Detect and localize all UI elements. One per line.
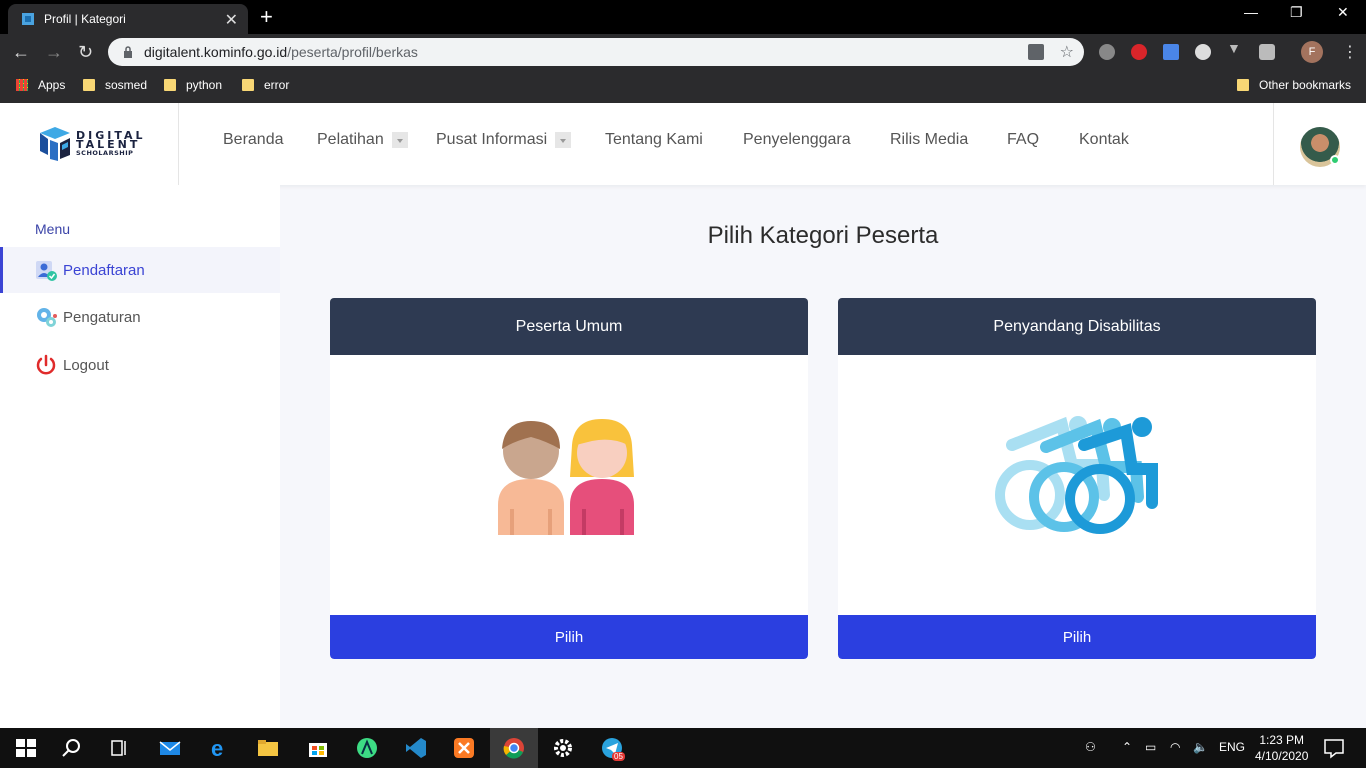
nav-kontak[interactable]: Kontak — [1079, 131, 1129, 149]
wifi-icon[interactable]: ◠ — [1170, 740, 1180, 754]
windows-start-icon[interactable] — [14, 736, 38, 760]
sidebar-item-pengaturan[interactable]: Pengaturan — [0, 294, 280, 340]
folder-icon — [83, 79, 95, 91]
nav-faq[interactable]: FAQ — [1007, 131, 1039, 149]
chevron-down-icon — [555, 132, 572, 148]
search-icon[interactable] — [60, 736, 84, 760]
camera-icon[interactable] — [1259, 44, 1275, 60]
nav-pelatihan[interactable]: Pelatihan — [317, 131, 408, 149]
edge-icon[interactable]: e — [208, 736, 232, 760]
people-icon[interactable]: ⚇ — [1085, 740, 1096, 754]
pilih-umum-button[interactable]: Pilih — [330, 615, 808, 659]
address-bar[interactable]: digitalent.kominfo.go.id/peserta/profil/… — [108, 38, 1084, 66]
sidebar: Menu Pendaftaran Pengaturan Logout — [0, 185, 280, 728]
power-icon — [36, 354, 56, 375]
new-tab-button[interactable]: + — [260, 4, 273, 30]
close-tab-icon[interactable]: ✕ — [225, 10, 238, 30]
settings-gear-icon[interactable] — [551, 736, 575, 760]
language-indicator[interactable]: ENG — [1219, 740, 1245, 754]
reload-icon[interactable]: ↻ — [78, 42, 93, 63]
vivaldi-icon[interactable]: ▼ — [1227, 40, 1243, 56]
android-studio-icon[interactable] — [355, 736, 379, 760]
file-explorer-icon[interactable] — [256, 736, 280, 760]
chrome-icon[interactable] — [502, 736, 526, 760]
chevron-up-icon[interactable]: ⌃ — [1122, 740, 1132, 754]
mail-icon[interactable] — [158, 736, 182, 760]
site-favicon-icon — [22, 13, 34, 25]
logo-text: DIGITAL TALENT SCHOLARSHIP — [76, 129, 146, 157]
minimize-icon[interactable]: — — [1244, 4, 1258, 20]
chevron-down-icon — [391, 132, 408, 148]
nav-penyelenggara[interactable]: Penyelenggara — [743, 131, 851, 149]
sidebar-title: Menu — [35, 221, 71, 237]
extension-icon[interactable] — [1099, 44, 1115, 60]
pilih-disabilitas-button[interactable]: Pilih — [838, 615, 1316, 659]
xampp-icon[interactable] — [452, 736, 476, 760]
online-status-icon — [1330, 155, 1340, 165]
bookmark-sosmed[interactable]: sosmed — [83, 78, 147, 92]
apps-grid-icon — [16, 79, 28, 91]
task-view-icon[interactable] — [108, 736, 132, 760]
card-body — [330, 355, 808, 615]
store-icon[interactable] — [306, 736, 330, 760]
windows-taskbar: e 05 ⚇ ⌃ ▭ ◠ 🔈 ENG 1:23 PM 4/10/2020 — [0, 728, 1366, 768]
adblock-icon[interactable] — [1131, 44, 1147, 60]
sidebar-item-logout[interactable]: Logout — [0, 342, 280, 388]
window-close-icon[interactable]: ✕ — [1337, 4, 1349, 21]
user-check-icon — [36, 261, 57, 281]
volume-icon[interactable]: 🔈 — [1193, 740, 1208, 754]
svg-text:e: e — [211, 736, 223, 760]
gears-icon — [37, 308, 57, 327]
profile-avatar[interactable]: F — [1301, 41, 1323, 63]
forward-icon[interactable]: → — [45, 42, 63, 63]
folder-icon — [1237, 79, 1249, 91]
card-title: Penyandang Disabilitas — [838, 298, 1316, 355]
browser-tab-bar: Profil | Kategori ✕ + — ❐ ✕ — [0, 0, 1366, 34]
logo[interactable]: DIGITAL TALENT SCHOLARSHIP — [0, 103, 179, 185]
back-icon[interactable]: ← — [12, 42, 30, 63]
vscode-icon[interactable] — [404, 736, 428, 760]
url-domain: digitalent.kominfo.go.id — [144, 44, 288, 60]
user-menu[interactable] — [1273, 103, 1366, 185]
url-path: /peserta/profil/berkas — [287, 44, 418, 60]
other-bookmarks[interactable]: Other bookmarks — [1237, 78, 1351, 92]
cloud-extension-icon[interactable] — [1195, 44, 1211, 60]
chrome-menu-icon[interactable]: ⋮ — [1342, 42, 1358, 62]
bookmark-apps[interactable]: Apps — [16, 78, 65, 92]
digital-talent-logo-icon — [40, 127, 70, 161]
card-peserta-umum: Peserta Umum Pilih — [330, 298, 808, 659]
clock[interactable]: 1:23 PM 4/10/2020 — [1255, 732, 1308, 764]
folder-icon — [164, 79, 176, 91]
lock-icon — [124, 46, 132, 58]
google-translate-icon[interactable] — [1163, 44, 1179, 60]
translate-icon[interactable] — [1028, 44, 1044, 60]
battery-icon[interactable]: ▭ — [1145, 740, 1156, 754]
bookmarks-bar: Apps sosmed python error Other bookmarks — [0, 70, 1366, 103]
card-penyandang-disabilitas: Penyandang Disabilitas Pilih — [838, 298, 1316, 659]
bookmark-error[interactable]: error — [242, 78, 289, 92]
restore-icon[interactable]: ❐ — [1290, 4, 1303, 21]
nav-rilis-media[interactable]: Rilis Media — [890, 131, 968, 149]
sidebar-item-pendaftaran[interactable]: Pendaftaran — [0, 247, 280, 293]
browser-toolbar: ← → ↻ digitalent.kominfo.go.id/peserta/p… — [0, 34, 1366, 70]
two-people-icon — [498, 419, 634, 535]
browser-tab[interactable]: Profil | Kategori ✕ — [8, 4, 248, 34]
bookmark-python[interactable]: python — [164, 78, 222, 92]
notification-icon[interactable] — [1322, 736, 1346, 760]
telegram-badge: 05 — [612, 752, 625, 761]
page-title: Pilih Kategori Peserta — [707, 222, 939, 249]
nav-pusat-informasi[interactable]: Pusat Informasi — [436, 131, 572, 149]
nav-tentang-kami[interactable]: Tentang Kami — [605, 131, 703, 149]
nav-beranda[interactable]: Beranda — [223, 131, 284, 149]
site-header: DIGITAL TALENT SCHOLARSHIP Beranda Pelat… — [0, 103, 1366, 185]
wheelchair-icon — [995, 416, 1158, 534]
folder-icon — [242, 79, 254, 91]
card-title: Peserta Umum — [330, 298, 808, 355]
bookmark-star-icon[interactable]: ☆ — [1060, 42, 1074, 62]
tab-title: Profil | Kategori — [44, 12, 126, 26]
card-body — [838, 355, 1316, 615]
